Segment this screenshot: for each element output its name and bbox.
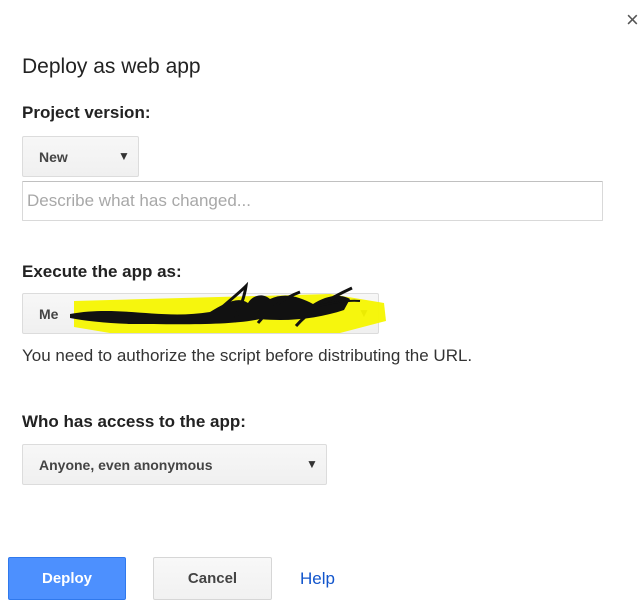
project-version-label: Project version: <box>22 103 151 122</box>
chevron-down-icon: ▼ <box>358 306 370 320</box>
project-version-selected: New <box>39 149 68 165</box>
deploy-button[interactable]: Deploy <box>8 557 126 600</box>
chevron-down-icon: ▼ <box>306 457 318 471</box>
project-version-select[interactable]: New ▼ <box>22 136 139 177</box>
version-description-input[interactable] <box>22 181 603 221</box>
chevron-down-icon: ▼ <box>118 149 130 163</box>
execute-as-label: Execute the app as: <box>22 262 182 281</box>
authorize-note: You need to authorize the script before … <box>22 346 473 365</box>
close-button[interactable]: × <box>626 7 643 32</box>
dialog-title: Deploy as web app <box>22 55 201 78</box>
cancel-button[interactable]: Cancel <box>153 557 272 600</box>
help-link[interactable]: Help <box>300 569 335 589</box>
access-selected: Anyone, even anonymous <box>39 457 213 473</box>
execute-as-select[interactable]: Me ▼ <box>22 293 379 334</box>
access-select[interactable]: Anyone, even anonymous ▼ <box>22 444 327 485</box>
access-label: Who has access to the app: <box>22 412 246 431</box>
execute-as-selected: Me <box>39 306 59 322</box>
close-icon: × <box>626 7 639 32</box>
